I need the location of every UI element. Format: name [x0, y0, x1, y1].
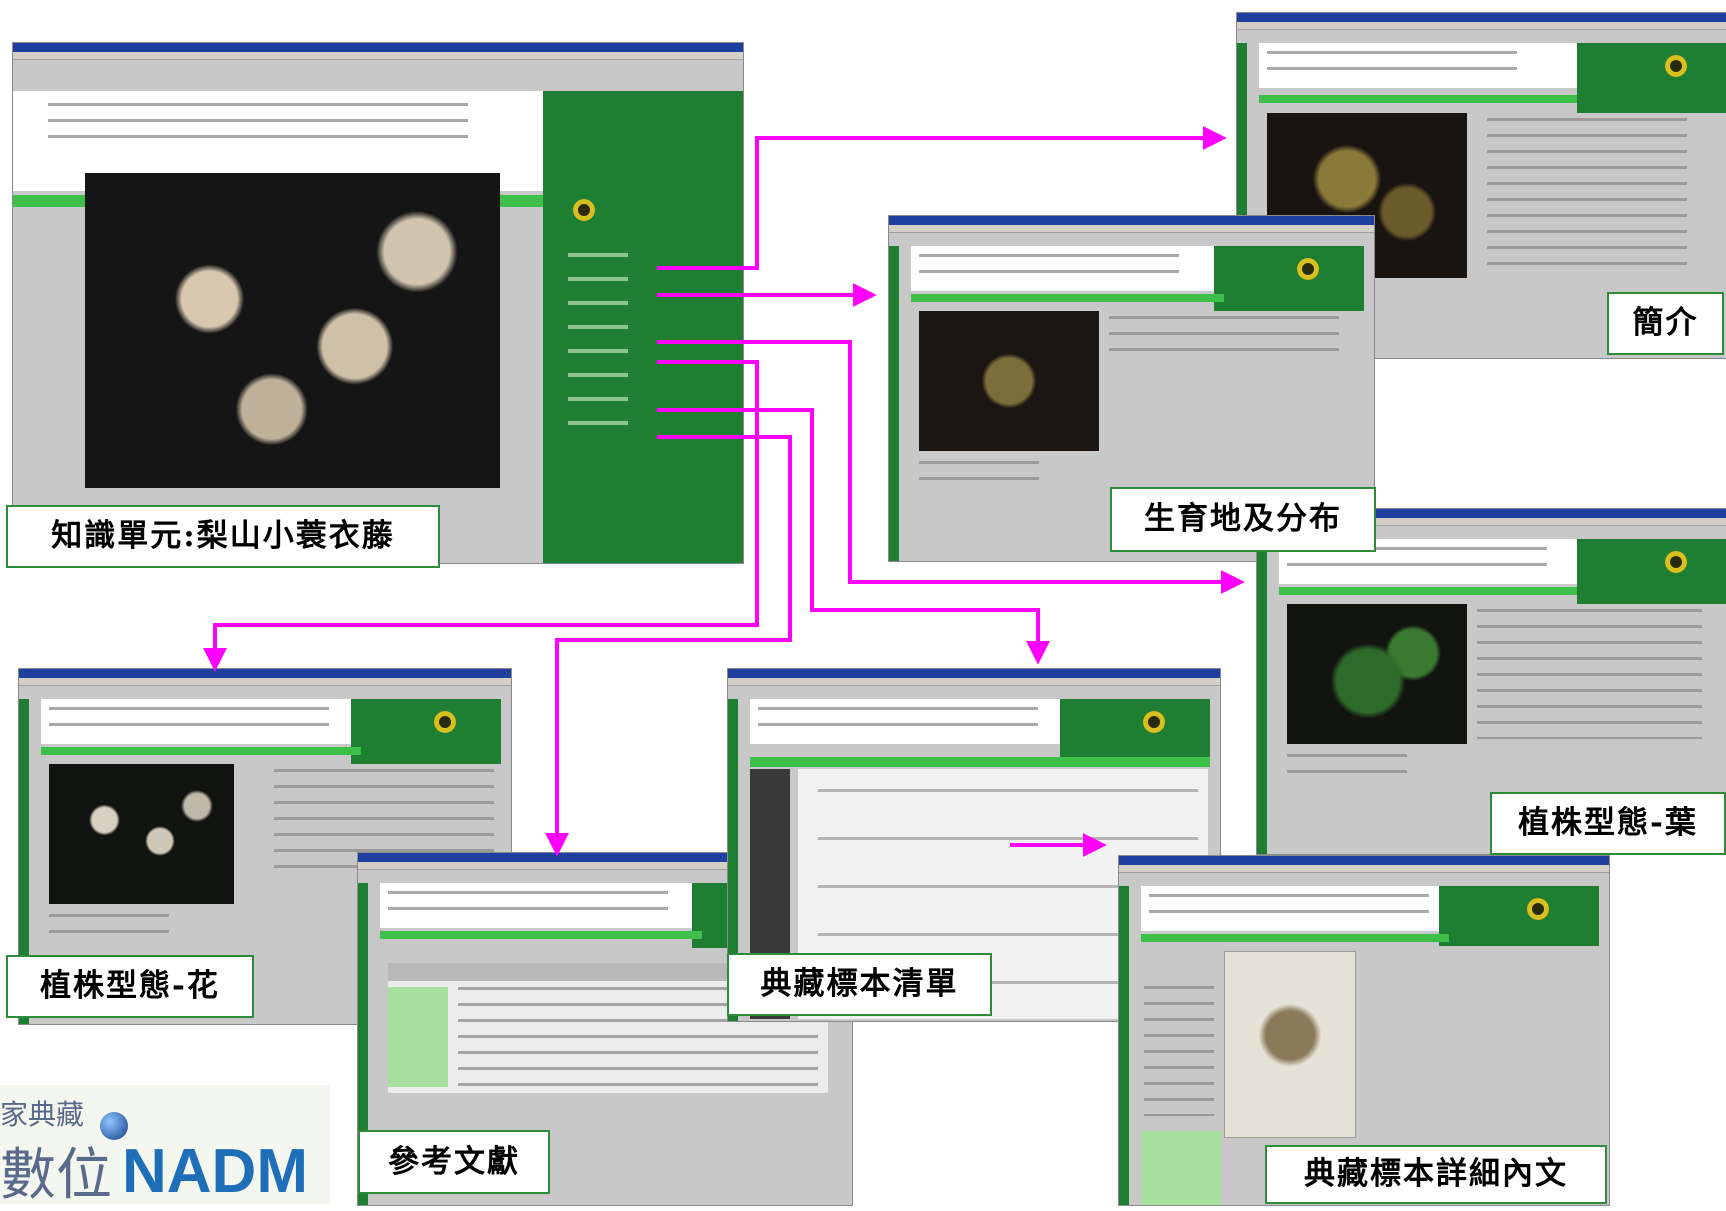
- table-row-highlight: [388, 987, 448, 1087]
- window-titlebar: [13, 43, 743, 52]
- header-green-panel: [1577, 43, 1726, 113]
- watermark-bottom-cjk: 數位: [0, 1143, 112, 1208]
- label-references: 參考文獻: [358, 1130, 550, 1194]
- header-text: [919, 254, 1179, 284]
- detail-green-rows: [1141, 1131, 1221, 1205]
- site-logo-icon: [1527, 898, 1549, 920]
- header-green-panel: [1577, 539, 1726, 604]
- photo-caption: [49, 914, 169, 944]
- specimen-sheet-image: [1224, 951, 1356, 1138]
- window-titlebar: [1237, 13, 1726, 22]
- site-logo-icon: [573, 199, 595, 221]
- label-intro: 簡介: [1607, 292, 1724, 355]
- habitat-text: [1109, 316, 1339, 356]
- site-logo-icon: [1665, 551, 1687, 573]
- label-main: 知識單元:梨山小蓑衣藤: [6, 505, 440, 568]
- screenshot-main-page: [12, 42, 744, 564]
- header-green-panel: [1214, 246, 1364, 311]
- window-menubar: [1119, 865, 1609, 873]
- header-text: [758, 707, 1038, 737]
- leaf-text: [1477, 609, 1702, 739]
- window-menubar: [19, 678, 511, 686]
- detail-side-text: [1144, 986, 1214, 1116]
- label-leaf: 植株型態-葉: [1490, 792, 1726, 855]
- watermark-top-text: 家典藏: [0, 1098, 85, 1131]
- page-left-bar: [1257, 539, 1267, 854]
- window-titlebar: [889, 216, 1374, 225]
- site-logo-icon: [434, 711, 456, 733]
- plant-photo: [49, 764, 234, 904]
- photo-caption: [1287, 754, 1407, 784]
- header-stripe: [1259, 95, 1577, 103]
- list-header-stripe: [750, 757, 1210, 767]
- site-logo-icon: [1665, 55, 1687, 77]
- header-text: [1267, 51, 1517, 81]
- window-titlebar: [19, 669, 511, 678]
- window-menubar: [889, 225, 1374, 233]
- plant-photo: [85, 173, 500, 488]
- photo-caption: [919, 461, 1039, 491]
- intro-text: [1487, 118, 1687, 268]
- window-titlebar: [1119, 856, 1609, 865]
- header-stripe: [1141, 934, 1449, 942]
- window-titlebar: [728, 669, 1220, 678]
- window-menubar: [13, 52, 743, 60]
- label-flower: 植株型態-花: [6, 955, 254, 1018]
- header-green-panel: [1439, 886, 1599, 946]
- header-green-panel: [1060, 699, 1210, 764]
- header-stripe: [380, 931, 702, 939]
- label-specimen-list: 典藏標本清單: [727, 953, 992, 1016]
- header-text: [1149, 894, 1429, 924]
- watermark-nadm-logo: NADM: [122, 1137, 308, 1206]
- label-specimen-detail: 典藏標本詳細內文: [1265, 1145, 1607, 1204]
- header-stripe: [911, 294, 1224, 302]
- header-stripe: [41, 747, 361, 755]
- side-menu-items: [568, 253, 628, 433]
- label-habitat: 生育地及分布: [1110, 487, 1376, 552]
- header-green-panel: [351, 699, 501, 764]
- plant-photo: [919, 311, 1099, 451]
- site-logo-icon: [1297, 258, 1319, 280]
- header-stripe: [1279, 587, 1577, 595]
- page-left-bar: [889, 246, 899, 561]
- window-menubar: [728, 678, 1220, 686]
- site-logo-icon: [1143, 711, 1165, 733]
- header-text: [388, 891, 668, 921]
- header-text: [49, 707, 329, 737]
- page-left-bar: [1119, 886, 1129, 1205]
- window-menubar: [1237, 22, 1726, 30]
- plant-photo: [1287, 604, 1467, 744]
- header-text: [48, 103, 468, 143]
